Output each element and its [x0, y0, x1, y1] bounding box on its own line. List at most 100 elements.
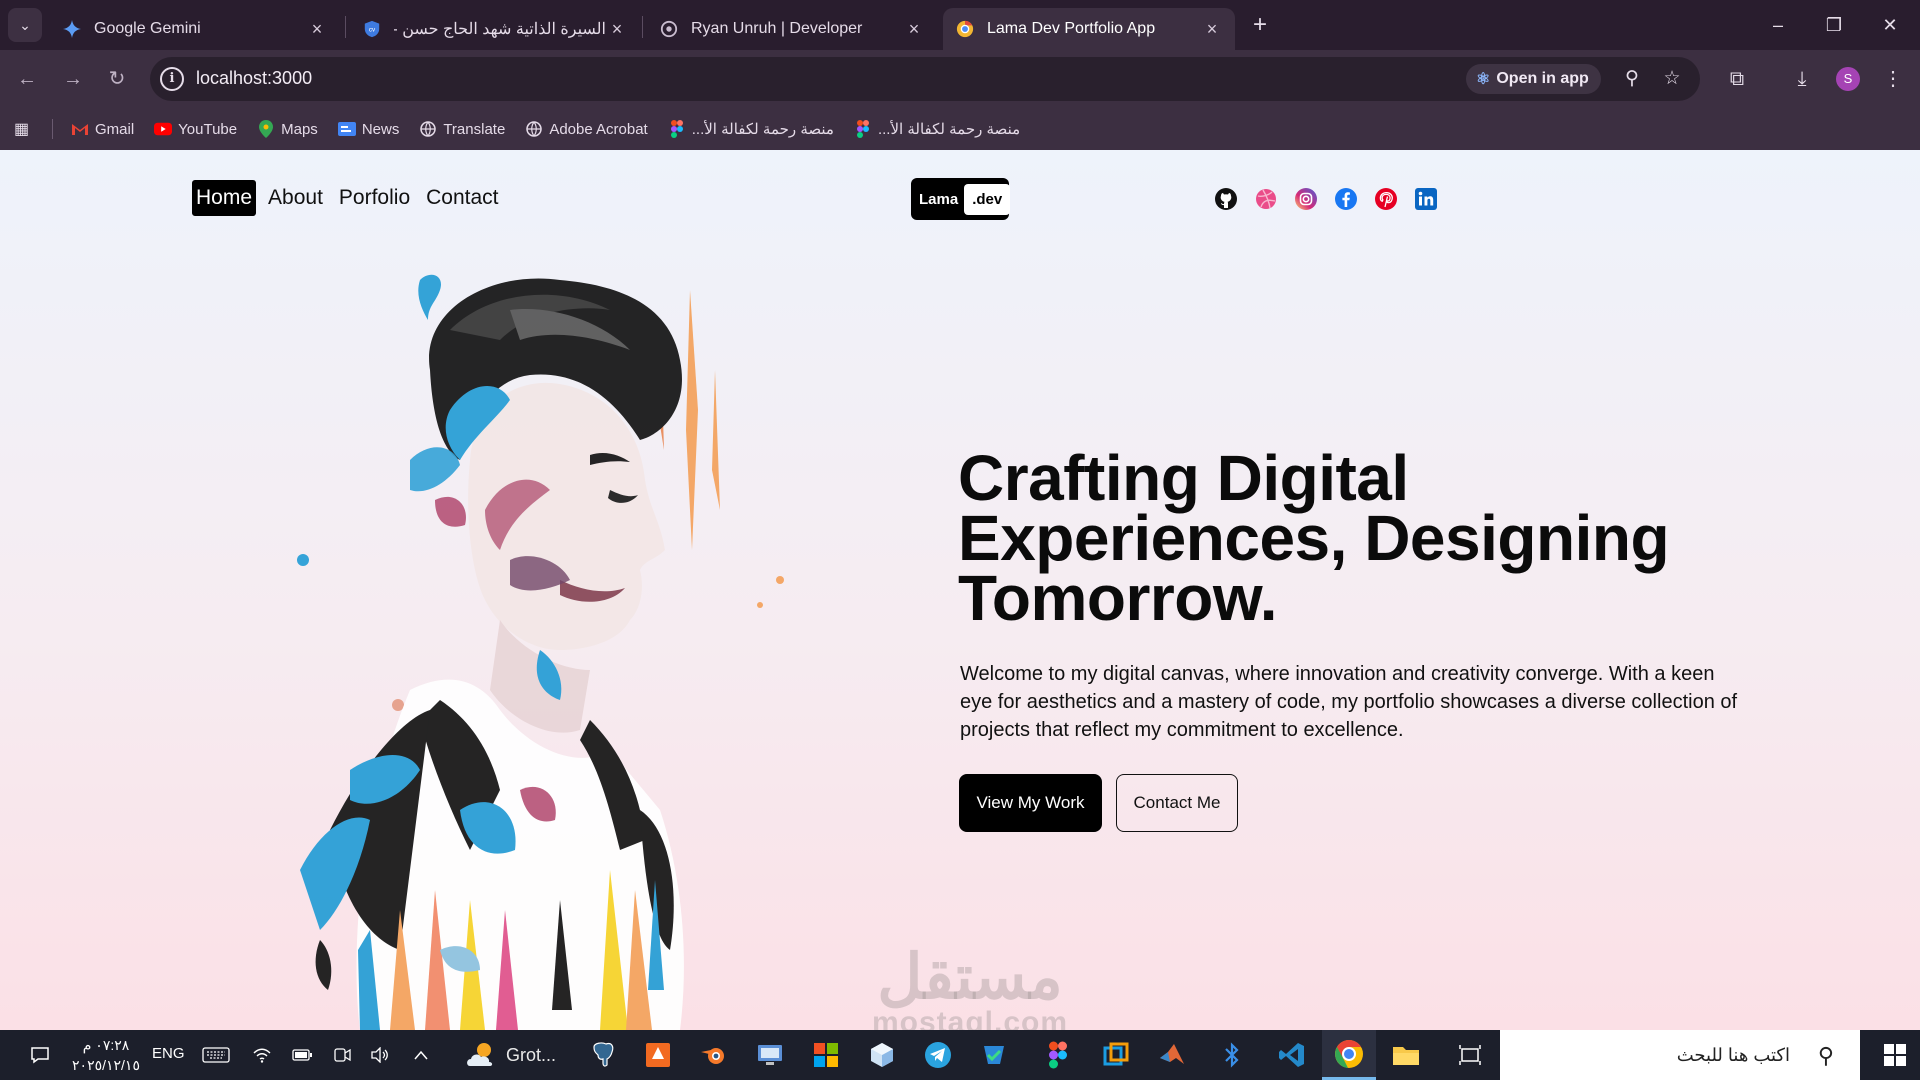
- figma-app-icon[interactable]: [1036, 1030, 1080, 1080]
- site-logo[interactable]: Lama .dev: [911, 178, 1011, 220]
- tab-divider: [642, 16, 643, 38]
- reload-icon[interactable]: ↻: [102, 64, 132, 94]
- site-info-icon[interactable]: i: [160, 67, 184, 91]
- remote-desktop-icon[interactable]: [748, 1030, 792, 1080]
- bookmark-star-icon[interactable]: ☆: [1660, 67, 1684, 91]
- tab-search-chevron-icon[interactable]: ⌄: [8, 8, 42, 42]
- tab-cv[interactable]: cv السيرة الذاتية شهد الحاج حسن - d ×: [350, 8, 640, 50]
- gemini-icon: [62, 19, 82, 39]
- close-icon[interactable]: ×: [606, 19, 628, 40]
- back-icon[interactable]: ←: [12, 64, 42, 94]
- address-bar[interactable]: i localhost:3000 ⚛ Open in app ⚲ ☆: [150, 57, 1700, 101]
- bluetooth-icon[interactable]: [1210, 1030, 1254, 1080]
- system-clock[interactable]: ٠٧:٢٨ م ٢٠٢٥/١٢/١٥: [66, 1035, 146, 1075]
- social-links: [1214, 187, 1438, 211]
- bookmark-youtube[interactable]: YouTube: [154, 120, 237, 138]
- instagram-icon[interactable]: [1294, 187, 1318, 211]
- file-explorer-icon[interactable]: [1384, 1030, 1428, 1080]
- logo-text-right: .dev: [964, 183, 1011, 215]
- facebook-icon[interactable]: [1334, 187, 1358, 211]
- bookmark-translate[interactable]: Translate: [419, 120, 505, 138]
- vscode-icon[interactable]: [1268, 1030, 1316, 1080]
- bookmark-gmail[interactable]: Gmail: [71, 120, 134, 138]
- keyboard-icon[interactable]: [196, 1030, 236, 1080]
- new-tab-button[interactable]: +: [1246, 12, 1274, 40]
- apps-grid-icon[interactable]: ▦: [14, 119, 36, 139]
- bookmark-adobe-acrobat[interactable]: Adobe Acrobat: [525, 120, 648, 138]
- clock-time: ٠٧:٢٨ م: [82, 1037, 130, 1053]
- postgres-icon[interactable]: [580, 1030, 624, 1080]
- volume-icon[interactable]: [366, 1030, 394, 1080]
- open-in-app-label: Open in app: [1496, 70, 1589, 87]
- blender-icon[interactable]: [692, 1030, 736, 1080]
- office-icon[interactable]: [804, 1030, 848, 1080]
- figma-icon: [854, 120, 872, 138]
- contact-me-button[interactable]: Contact Me: [1116, 774, 1238, 832]
- tab-divider: [345, 16, 346, 38]
- battery-icon[interactable]: [288, 1030, 316, 1080]
- browser-tab-strip: ⌄ Google Gemini × cv السيرة الذاتية شهد …: [0, 0, 1920, 50]
- open-in-app-button[interactable]: ⚛ Open in app: [1466, 64, 1601, 94]
- taskbar-search-box[interactable]: اكتب هنا للبحث ⚲: [1500, 1030, 1860, 1080]
- taskbar-grok-app[interactable]: Grot...: [460, 1030, 560, 1080]
- matlab-icon[interactable]: [1150, 1030, 1194, 1080]
- bookmark-rahma-2[interactable]: منصة رحمة لكفالة الأ...: [854, 120, 1020, 138]
- menu-kebab-icon[interactable]: ⋮: [1878, 64, 1908, 94]
- windows-start-icon[interactable]: [1870, 1030, 1920, 1080]
- svg-text:cv: cv: [369, 27, 376, 34]
- extensions-icon[interactable]: ⧉: [1722, 64, 1752, 94]
- ryan-icon: [659, 19, 679, 39]
- language-indicator[interactable]: ENG: [152, 1045, 185, 1062]
- hero-portrait-illustration: [297, 274, 784, 1030]
- close-icon[interactable]: ×: [306, 19, 328, 40]
- nav-contact-link[interactable]: Contact: [422, 180, 502, 216]
- notifications-icon[interactable]: [22, 1030, 58, 1080]
- bookmark-news[interactable]: News: [337, 120, 400, 138]
- tab-google-gemini[interactable]: Google Gemini ×: [50, 8, 340, 50]
- view-my-work-button[interactable]: View My Work: [959, 774, 1102, 832]
- nav-about-link[interactable]: About: [264, 180, 327, 216]
- zoom-icon[interactable]: ⚲: [1620, 67, 1644, 91]
- chevron-up-icon[interactable]: [406, 1030, 436, 1080]
- restore-icon[interactable]: ❐: [1814, 10, 1854, 40]
- tab-ryan-unruh[interactable]: Ryan Unruh | Developer ×: [647, 8, 937, 50]
- close-icon[interactable]: ×: [1201, 19, 1223, 40]
- telegram-icon[interactable]: [916, 1030, 960, 1080]
- 3d-viewer-icon[interactable]: [860, 1030, 904, 1080]
- app-icon: ⚛: [1476, 71, 1491, 88]
- weather-cloud-icon: [467, 1043, 493, 1066]
- snipping-tool-icon[interactable]: [1448, 1030, 1492, 1080]
- watermark-arabic: مستقل: [877, 943, 1063, 1012]
- download-icon[interactable]: ⤓: [1787, 64, 1817, 94]
- nav-portfolio-link[interactable]: Porfolio: [335, 180, 414, 216]
- url-text[interactable]: localhost:3000: [196, 68, 312, 89]
- gmail-icon: [71, 120, 89, 138]
- bookmark-label: News: [361, 120, 400, 138]
- pinterest-icon[interactable]: [1374, 187, 1398, 211]
- close-window-icon[interactable]: ✕: [1870, 10, 1910, 40]
- tab-lama-dev[interactable]: Lama Dev Portfolio App ×: [943, 8, 1235, 50]
- minimize-icon[interactable]: –: [1758, 10, 1798, 40]
- tab-title: Google Gemini: [94, 20, 201, 37]
- chrome-taskbar-icon[interactable]: [1322, 1030, 1376, 1080]
- close-icon[interactable]: ×: [903, 19, 925, 40]
- bookmark-maps[interactable]: Maps: [257, 120, 318, 138]
- nav-home-link[interactable]: Home: [192, 180, 257, 216]
- github-icon[interactable]: [1214, 187, 1238, 211]
- forward-icon[interactable]: →: [58, 64, 88, 94]
- git-app-icon[interactable]: [636, 1030, 680, 1080]
- bookmark-label: Translate: [443, 120, 506, 138]
- search-placeholder: اكتب هنا للبحث: [1676, 1044, 1790, 1065]
- bookmark-rahma-1[interactable]: منصة رحمة لكفالة الأ...: [668, 120, 834, 138]
- wifi-icon[interactable]: [248, 1030, 276, 1080]
- profile-avatar[interactable]: S: [1836, 67, 1860, 91]
- linkedin-icon[interactable]: [1414, 187, 1438, 211]
- web-page: Home About Porfolio Contact Lama .dev Cr…: [0, 150, 1920, 1030]
- tab-title: Ryan Unruh | Developer: [691, 20, 863, 37]
- virtualbox-icon[interactable]: [1094, 1030, 1138, 1080]
- dribbble-icon[interactable]: [1254, 187, 1278, 211]
- bookmarks-bar: ▦ Gmail YouTube Maps News Translate Adob…: [0, 108, 1920, 150]
- meet-now-icon[interactable]: [328, 1030, 356, 1080]
- checkmark-app-icon[interactable]: [972, 1030, 1016, 1080]
- watermark-latin: mostaql.com: [871, 1006, 1069, 1031]
